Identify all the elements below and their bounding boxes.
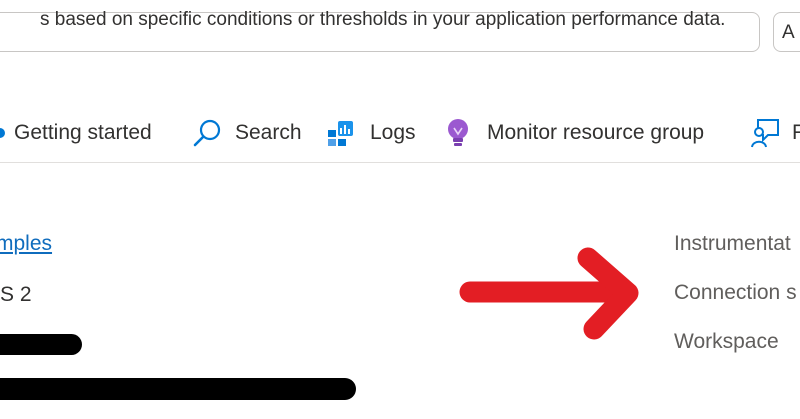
search-label: Search: [235, 121, 302, 144]
redaction-mark: [0, 334, 82, 355]
banner-action-button[interactable]: A: [773, 12, 800, 52]
version-value: S 2: [0, 283, 32, 306]
logs-label: Logs: [370, 121, 416, 144]
connection-string-label: Connection s: [674, 281, 797, 304]
search-button[interactable]: Search: [192, 108, 302, 158]
search-icon: [193, 119, 221, 147]
toolbar-divider: [0, 162, 800, 163]
redaction-mark: [0, 378, 356, 400]
feedback-label: F: [792, 121, 800, 144]
feedback-icon: [751, 119, 779, 148]
monitor-resource-group-label: Monitor resource group: [487, 121, 705, 144]
feedback-button[interactable]: F: [750, 108, 800, 158]
lightbulb-icon: [448, 119, 468, 146]
info-banner-text: s based on specific conditions or thresh…: [40, 9, 726, 30]
logs-button[interactable]: Logs: [327, 108, 416, 158]
monitor-resource-group-button[interactable]: Monitor resource group: [445, 108, 704, 158]
getting-started-label: Getting started: [14, 121, 152, 144]
getting-started-icon: [0, 128, 5, 138]
getting-started-button[interactable]: Getting started: [0, 108, 152, 158]
command-toolbar: Getting started Search Logs Monitor reso…: [0, 108, 800, 158]
samples-link[interactable]: mples: [0, 232, 52, 256]
red-arrow-annotation: [459, 247, 639, 340]
logs-icon: [328, 121, 353, 146]
workspace-label: Workspace: [674, 330, 779, 353]
instrumentation-key-label: Instrumentat: [674, 232, 791, 255]
